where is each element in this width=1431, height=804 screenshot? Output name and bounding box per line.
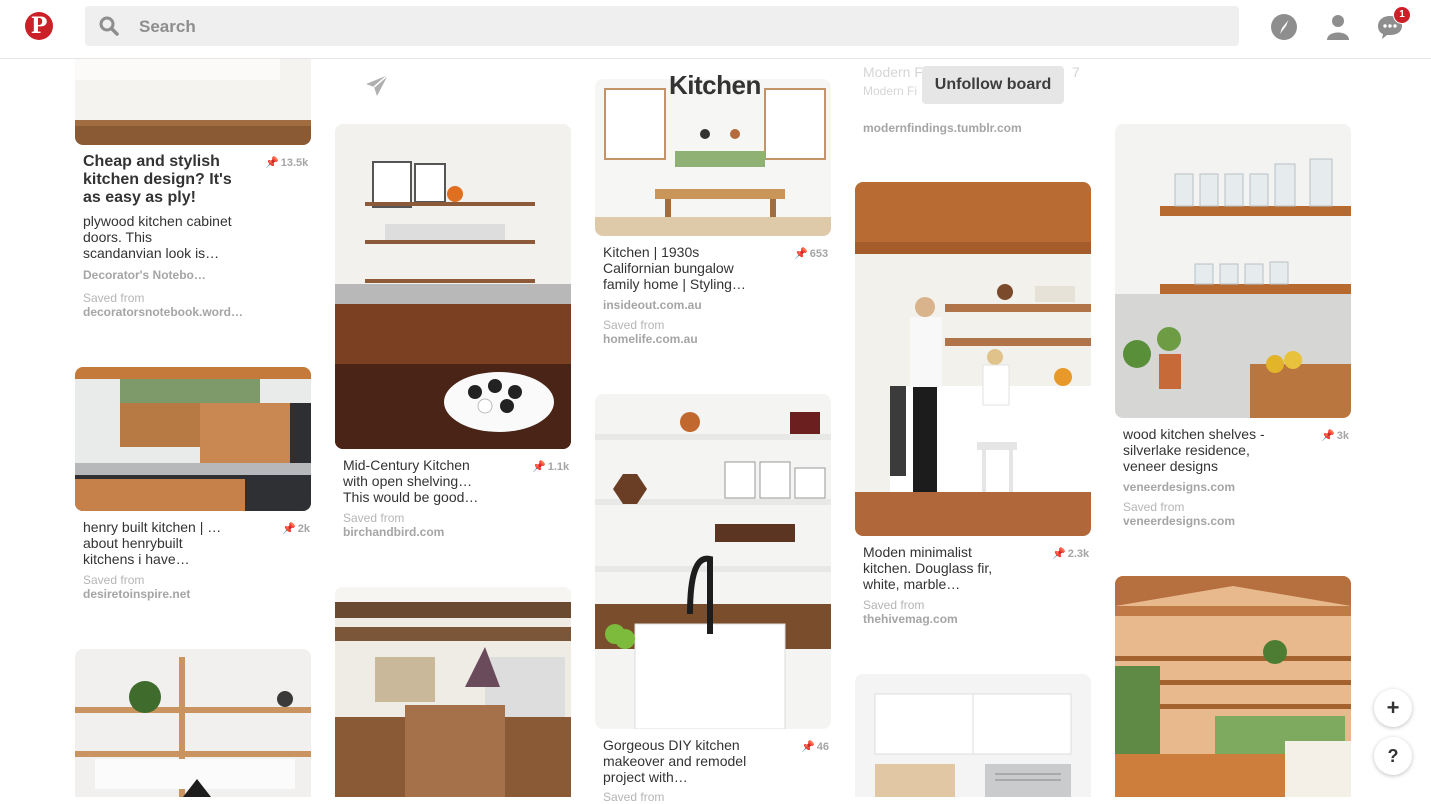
saved-from-domain[interactable]: desiretoinspire.net — [83, 587, 190, 601]
pin-count-icon: 📌 — [801, 741, 815, 753]
faded-pin-text: Modern F — [863, 64, 923, 80]
help-icon: ? — [1387, 746, 1399, 766]
pin-image[interactable] — [595, 394, 831, 729]
pin-image[interactable] — [1115, 124, 1351, 418]
pin-save-count: 📌 46 — [801, 741, 829, 753]
saved-from-domain[interactable]: homelife.com.au — [603, 332, 698, 346]
pin-save-count: 📌 653 — [794, 248, 829, 260]
pin-save-count: 📌 1.1k — [532, 461, 570, 473]
search-icon — [99, 16, 119, 36]
saved-from-domain[interactable]: birchandbird.com — [343, 525, 444, 539]
pin-source[interactable]: veneerdesigns.com — [1123, 480, 1235, 494]
saved-from-label: Saved from — [343, 511, 405, 525]
faded-pin-text: 7 — [1072, 64, 1080, 80]
pin-description: wood kitchen shelves - silverlake reside… — [1123, 426, 1265, 474]
pin-description: Kitchen | 1930s Californian bungalow fam… — [603, 244, 746, 292]
pin-image[interactable] — [595, 79, 831, 236]
pin-save-count: 📌 2.3k — [1052, 548, 1090, 560]
pin-description: Moden minimalist kitchen. Douglass fir, … — [863, 544, 993, 592]
pin-image[interactable] — [75, 50, 311, 145]
pin-source[interactable]: modernfindings.tumblr.com — [863, 121, 1022, 135]
saved-from-label: Saved from — [83, 291, 145, 305]
saved-from-domain[interactable]: veneerdesigns.com — [1123, 514, 1235, 528]
saved-from-domain[interactable]: thehivemag.com — [863, 612, 958, 626]
faded-pin-text: Modern Fi — [863, 84, 918, 98]
send-icon[interactable] — [364, 73, 390, 99]
help-button[interactable]: ? — [1374, 737, 1412, 775]
pin-count-icon: 📌 — [1321, 430, 1335, 442]
pin-image[interactable] — [335, 124, 571, 449]
saved-from-label: Saved from — [603, 790, 665, 804]
pin-source[interactable]: insideout.com.au — [603, 298, 702, 312]
pin-count-icon: 📌 — [794, 248, 808, 260]
saved-from-label: Saved from — [83, 573, 145, 587]
pin-save-count: 📌 13.5k — [265, 157, 309, 169]
pinterest-logo-icon[interactable]: P — [25, 12, 53, 40]
pin-save-count: 📌 2k — [282, 523, 310, 535]
saved-from-domain[interactable]: decoratorsnotebook.word… — [83, 305, 243, 319]
profile-icon[interactable] — [1324, 13, 1352, 41]
pin-image[interactable] — [855, 674, 1091, 797]
pin-image[interactable] — [855, 182, 1091, 536]
pin-image[interactable] — [75, 649, 311, 797]
pin-description: Mid-Century Kitchen with open shelving… … — [343, 457, 479, 505]
pin-description: Gorgeous DIY kitchen makeover and remode… — [603, 737, 747, 785]
pin-save-count: 📌 3k — [1321, 430, 1349, 442]
search-input[interactable] — [137, 6, 1221, 48]
compass-icon[interactable] — [1270, 13, 1298, 41]
saved-from-label: Saved from — [603, 318, 665, 332]
pin-image[interactable] — [75, 367, 311, 511]
pin-source[interactable]: Decorator's Notebo… — [83, 268, 206, 282]
search-bar[interactable] — [85, 6, 1239, 48]
pin-count-icon: 📌 — [282, 523, 296, 535]
pin-count-icon: 📌 — [532, 461, 546, 473]
top-navigation-bar: P 1 — [0, 0, 1431, 59]
board-title: Kitchen — [669, 70, 761, 100]
pin-image[interactable] — [335, 587, 571, 797]
saved-from-label: Saved from — [1123, 500, 1185, 514]
pin-image[interactable] — [1115, 576, 1351, 797]
unfollow-board-button[interactable]: Unfollow board — [922, 66, 1064, 104]
add-icon: + — [1386, 695, 1400, 720]
pin-count-icon: 📌 — [265, 157, 279, 169]
pin-description: plywood kitchen cabinet doors. This scan… — [83, 213, 232, 261]
add-button[interactable]: + — [1374, 689, 1412, 727]
pin-count-icon: 📌 — [1052, 548, 1066, 560]
pin-title[interactable]: Cheap and stylish kitchen design? It's a… — [83, 153, 243, 207]
pin-description: henry built kitchen | … about henrybuilt… — [83, 519, 222, 567]
saved-from-label: Saved from — [863, 598, 925, 612]
notification-badge: 1 — [1393, 6, 1411, 24]
